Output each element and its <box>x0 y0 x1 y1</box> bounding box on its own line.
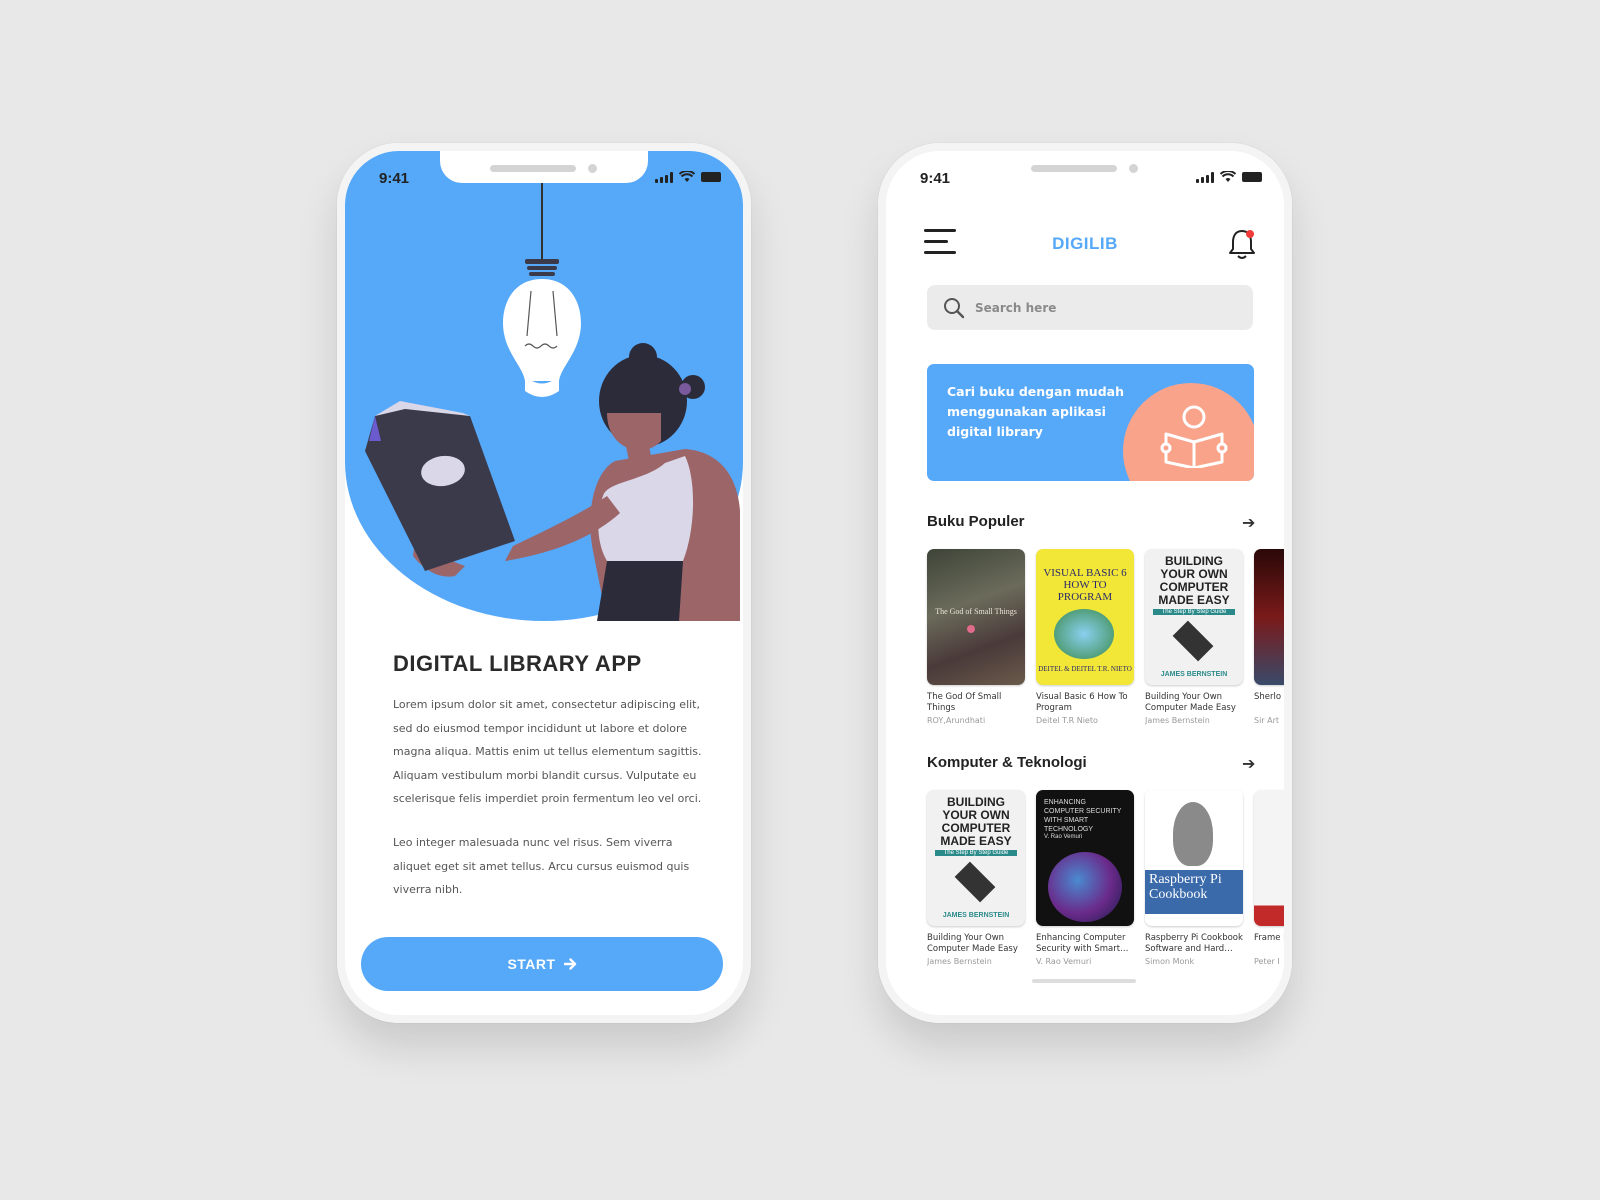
arrow-right-icon[interactable]: ➔ <box>1242 513 1255 532</box>
cover-title-text: Raspberry Pi Cookbook <box>1149 872 1222 902</box>
book-author: V. Rao Vemuri <box>1036 957 1092 966</box>
book-cover: The God of Small Things <box>927 549 1025 685</box>
onboarding-paragraph-1: Lorem ipsum dolor sit amet, consectetur … <box>393 698 702 805</box>
book-cover: VISUAL BASIC 6 HOW TO PROGRAM DEITEL & D… <box>1036 549 1134 685</box>
cover-title-text: BUILDING YOUR OWN COMPUTER MADE EASY <box>940 795 1012 848</box>
section-title-computer: Komputer & Teknologi <box>927 754 1087 771</box>
status-icons <box>655 171 721 183</box>
app-title: DIGILIB <box>1052 234 1118 253</box>
book-title: Frame Monit <box>1254 933 1284 943</box>
book-title: Visual Basic 6 How To Program <box>1036 692 1128 713</box>
status-time: 9:41 <box>920 170 951 187</box>
cover-title-text: The God of Small Things <box>935 607 1017 616</box>
onboarding-paragraph-2: Leo integer malesuada nunc vel risus. Se… <box>393 836 690 896</box>
book-author: Simon Monk <box>1145 957 1195 966</box>
book-cover <box>1254 549 1284 685</box>
book-title: The God Of Small Things <box>927 692 1002 713</box>
cover-title-text: VISUAL BASIC 6 HOW TO PROGRAM <box>1043 567 1127 603</box>
signal-icon <box>1196 171 1214 183</box>
book-card[interactable]: Sherlo Koleks Sir Art <box>1254 549 1284 725</box>
book-title: Raspberry Pi Cookbook Software and Hard… <box>1145 933 1243 954</box>
cover-author-text: JAMES BERNSTEIN <box>942 912 1010 919</box>
home-phone: 9:41 DIGILIB Search here Cari buku denga… <box>878 143 1292 1023</box>
home-indicator[interactable] <box>1032 979 1136 983</box>
home-screen: 9:41 DIGILIB Search here Cari buku denga… <box>886 151 1284 1015</box>
book-card[interactable]: The God of Small Things The God Of Small… <box>927 549 1025 725</box>
search-icon <box>944 297 965 318</box>
start-label: START <box>507 956 556 972</box>
section-title-popular: Buku Populer <box>927 513 1025 530</box>
book-author: James Bernstein <box>927 957 992 966</box>
cover-subtitle-text: The Step By Step Guide <box>935 850 1017 856</box>
onboarding-phone: 9:41 DIGITAL LIBRARY APP Lorem ipsum dol… <box>337 143 751 1023</box>
reading-woman-illustration <box>365 181 740 621</box>
reader-icon <box>1160 405 1228 468</box>
book-author: Sir Art <box>1254 716 1280 725</box>
book-card[interactable]: BUILDING YOUR OWN COMPUTER MADE EASY The… <box>927 790 1025 966</box>
wifi-icon <box>1220 171 1236 182</box>
wifi-icon <box>679 171 695 182</box>
phone-notch <box>981 151 1189 183</box>
battery-icon <box>1242 172 1262 182</box>
book-card[interactable]: BUILDING YOUR OWN COMPUTER MADE EASY The… <box>1145 549 1243 725</box>
book-author: Deitel T.R Nieto <box>1036 716 1098 725</box>
arrow-right-icon <box>563 958 576 970</box>
cover-title-text: ENHANCING COMPUTER SECURITY WITH SMART T… <box>1044 799 1122 833</box>
cover-title-text: BUILDING YOUR OWN COMPUTER MADE EASY <box>1158 554 1230 607</box>
book-title: Building Your Own Computer Made Easy <box>1145 692 1236 713</box>
banner-text: Cari buku dengan mudah menggunakan aplik… <box>947 384 1124 439</box>
phone-notch <box>440 151 648 183</box>
status-time: 9:41 <box>379 170 410 187</box>
book-card[interactable]: VISUAL BASIC 6 HOW TO PROGRAM DEITEL & D… <box>1036 549 1134 725</box>
camera <box>588 164 597 173</box>
book-card[interactable]: Raspberry Pi Cookbook Raspberry Pi Cookb… <box>1145 790 1243 966</box>
promo-banner[interactable]: Cari buku dengan mudah menggunakan aplik… <box>927 364 1254 481</box>
book-title: Sherlo Koleks <box>1254 692 1284 702</box>
arrow-right-icon[interactable]: ➔ <box>1242 754 1255 773</box>
book-cover <box>1254 790 1284 926</box>
search-bar[interactable]: Search here <box>927 285 1253 330</box>
cover-author-text: DEITEL & DEITEL T.R. NIETO <box>1038 665 1132 673</box>
bell-icon[interactable] <box>1226 227 1258 261</box>
book-cover: BUILDING YOUR OWN COMPUTER MADE EASY The… <box>1145 549 1243 685</box>
book-cover: ENHANCING COMPUTER SECURITY WITH SMART T… <box>1036 790 1134 926</box>
book-author: James Bernstein <box>1145 716 1210 725</box>
book-author: Peter I <box>1254 957 1280 966</box>
onboarding-screen: 9:41 DIGITAL LIBRARY APP Lorem ipsum dol… <box>345 151 743 1015</box>
book-author: ROY,Arundhati <box>927 716 986 725</box>
cover-subtitle-text: The Step By Step Guide <box>1153 609 1235 615</box>
start-button[interactable]: START <box>361 937 723 991</box>
book-card[interactable]: ENHANCING COMPUTER SECURITY WITH SMART T… <box>1036 790 1134 966</box>
cover-author-text: V. Rao Vemuri <box>1044 834 1083 840</box>
book-title: Enhancing Computer Security with Smart… <box>1036 933 1129 954</box>
speaker <box>490 165 576 172</box>
book-card[interactable]: Frame Monit Peter I <box>1254 790 1284 966</box>
cover-author-text: JAMES BERNSTEIN <box>1160 671 1228 678</box>
book-cover: BUILDING YOUR OWN COMPUTER MADE EASY The… <box>927 790 1025 926</box>
book-title: Building Your Own Computer Made Easy <box>927 933 1018 954</box>
status-icons <box>1196 171 1262 183</box>
search-input[interactable]: Search here <box>975 301 1056 315</box>
camera <box>1129 164 1138 173</box>
speaker <box>1031 165 1117 172</box>
onboarding-title: DIGITAL LIBRARY APP <box>393 651 642 676</box>
battery-icon <box>701 172 721 182</box>
book-cover: Raspberry Pi Cookbook <box>1145 790 1243 926</box>
signal-icon <box>655 171 673 183</box>
